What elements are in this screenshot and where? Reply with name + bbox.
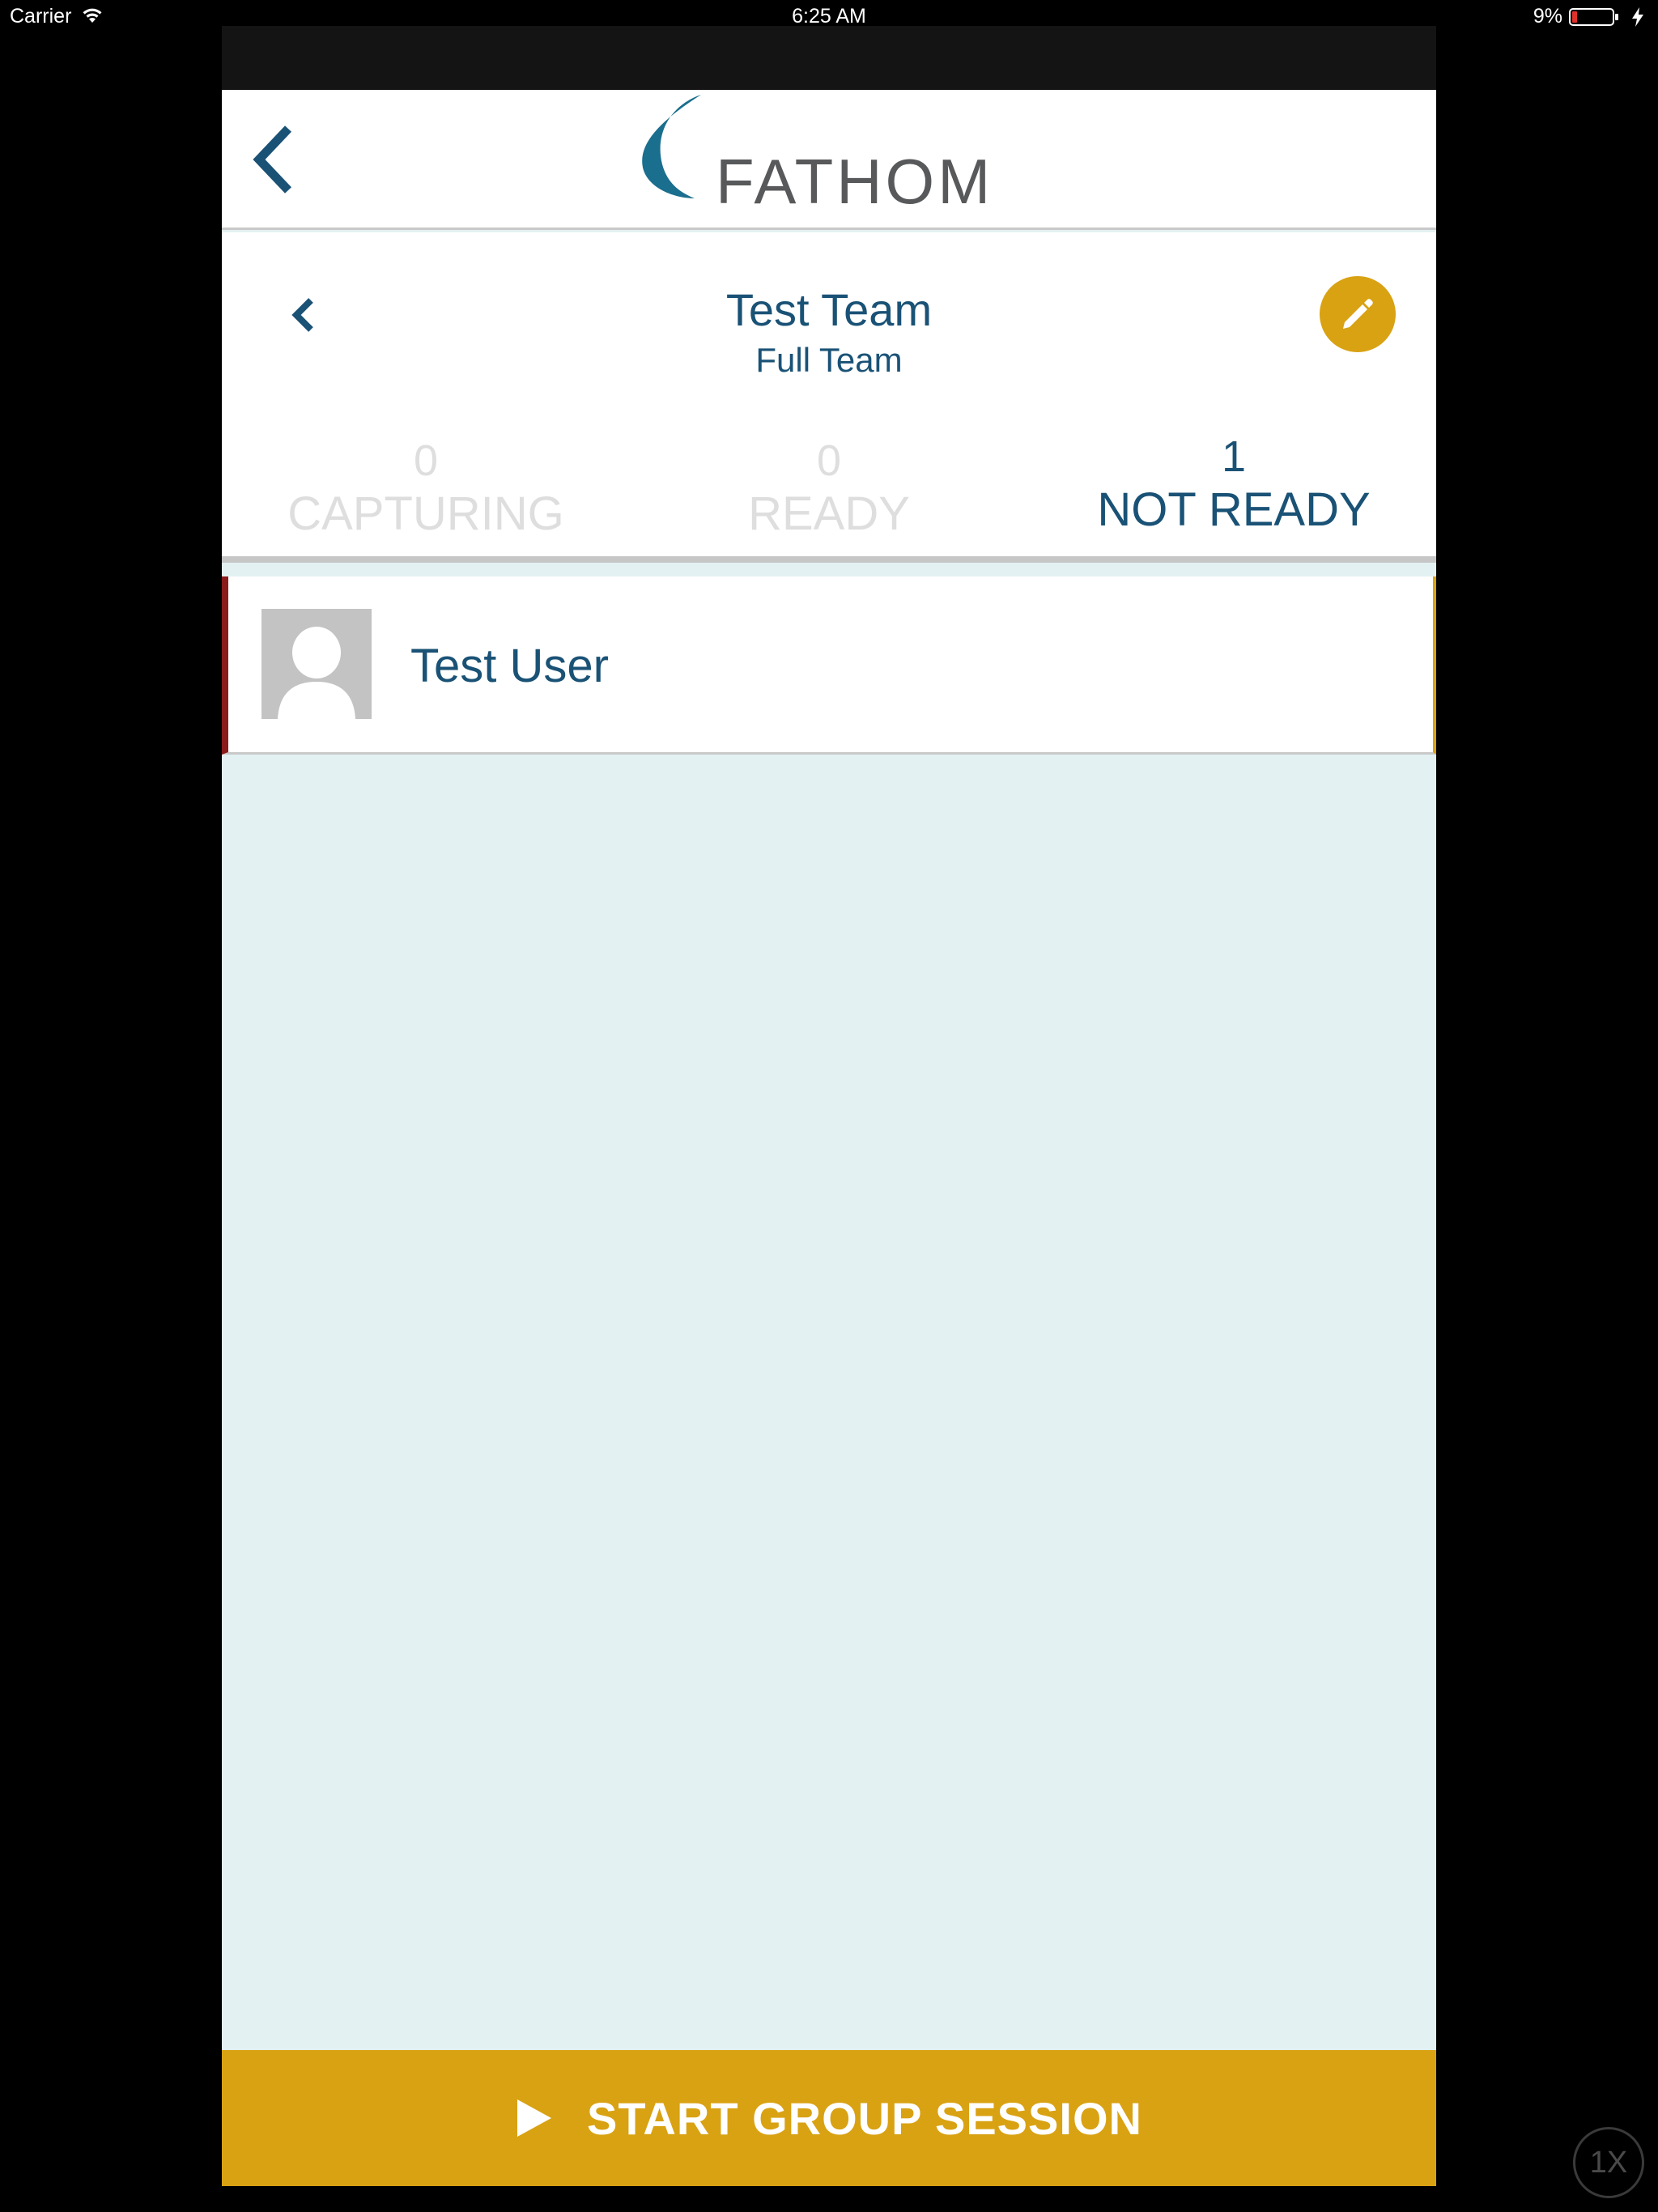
avatar [261, 609, 372, 719]
zoom-indicator[interactable]: 1X [1573, 2127, 1644, 2198]
start-button-label: START GROUP SESSION [587, 2092, 1142, 2144]
stat-ready[interactable]: 0 READY [627, 439, 1031, 538]
fathom-logo: FATHOM [631, 95, 1004, 217]
stat-ready-count: 0 [816, 436, 842, 485]
app-window: FATHOM Test Team Full Team 0 CAPTURING 0… [222, 26, 1436, 2186]
chevron-left-icon [253, 125, 291, 194]
edit-team-button[interactable] [1320, 276, 1396, 352]
stat-not-ready-label: NOT READY [1097, 483, 1371, 536]
stat-not-ready[interactable]: 1 NOT READY [1031, 435, 1436, 534]
clock: 6:25 AM [792, 5, 866, 28]
logo-wordmark: FATHOM [716, 146, 994, 217]
team-header: Test Team Full Team 0 CAPTURING 0 READY … [222, 232, 1436, 556]
stat-capturing-count: 0 [413, 436, 439, 485]
person-placeholder-icon [261, 609, 372, 719]
fathom-flame-icon [642, 95, 701, 198]
team-title: Test Team [725, 284, 933, 335]
top-dark-bar [222, 26, 1436, 90]
battery-percent: 9% [1533, 5, 1562, 28]
stat-ready-label: READY [748, 487, 910, 540]
back-button[interactable] [246, 119, 303, 200]
charging-bolt-icon [1632, 7, 1643, 27]
header-divider [222, 556, 1436, 563]
pencil-icon [1343, 299, 1373, 329]
team-subtitle: Full Team [755, 341, 903, 379]
user-name: Test User [410, 640, 609, 692]
play-icon [517, 2099, 552, 2137]
battery-icon [1569, 8, 1618, 26]
list-item[interactable]: Test User [222, 576, 1436, 755]
stat-capturing-label: CAPTURING [287, 487, 564, 540]
stat-capturing[interactable]: 0 CAPTURING [223, 439, 628, 538]
start-group-session-button[interactable]: START GROUP SESSION [222, 2050, 1436, 2186]
stat-not-ready-count: 1 [1221, 432, 1247, 481]
start-button-content: START GROUP SESSION [222, 2050, 1436, 2186]
nav-bar: FATHOM [222, 90, 1436, 230]
